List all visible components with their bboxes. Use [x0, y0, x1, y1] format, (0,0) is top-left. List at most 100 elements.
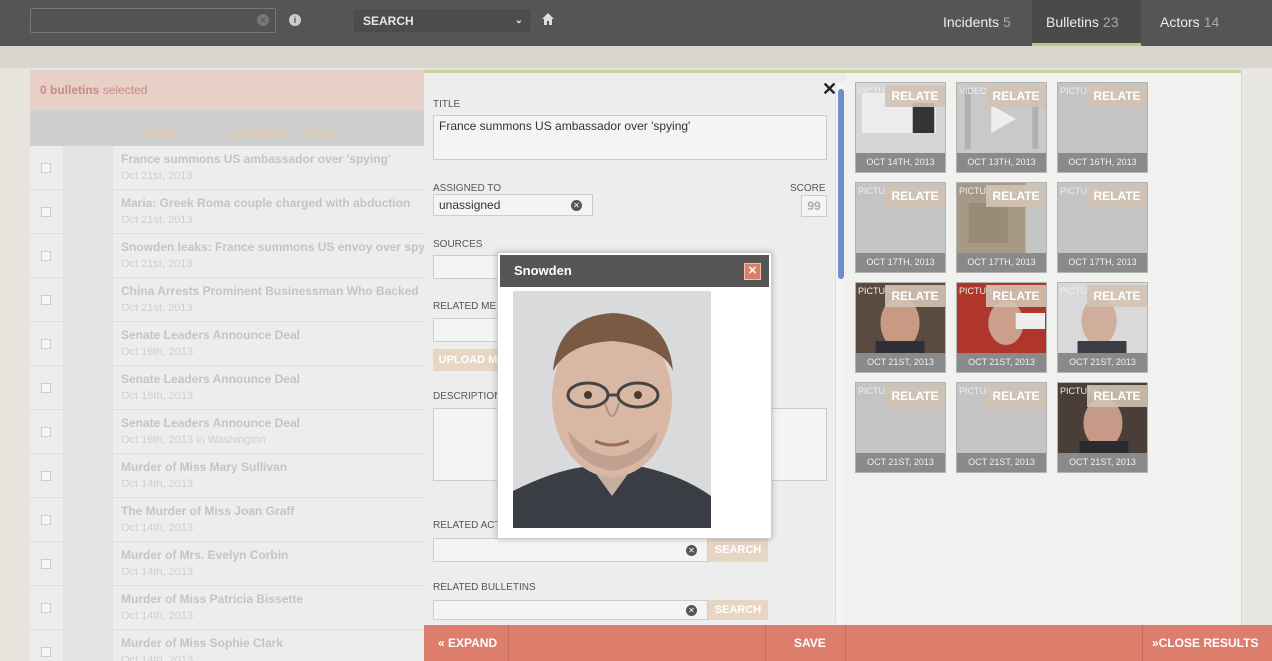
list-item[interactable]: Maria: Greek Roma couple charged with ab…: [30, 190, 430, 234]
list-item[interactable]: Murder of Miss Patricia Bissette Oct 14th…: [30, 586, 430, 630]
related-actors-field[interactable]: ✕: [433, 538, 708, 562]
row-title: Senate Leaders Announce Deal: [121, 416, 300, 430]
relate-button[interactable]: RELATE: [986, 85, 1046, 107]
selection-bar: 0 bulletins selected: [30, 70, 430, 110]
modal-title: Snowden: [514, 263, 572, 278]
list-item[interactable]: Murder of Mrs. Evelyn Corbin Oct 14th, 20…: [30, 542, 430, 586]
relate-button[interactable]: RELATE: [1087, 85, 1147, 107]
related-media-field[interactable]: [433, 318, 503, 342]
form-scrollbar-thumb[interactable]: [838, 89, 844, 279]
row-title: The Murder of Miss Joan Graff: [121, 504, 295, 518]
list-item[interactable]: China Arrests Prominent Businessman Who …: [30, 278, 430, 322]
top-bar: ✕ i SEARCH ⌄ Incidents 5 Bulletins 23 Acto…: [0, 0, 1272, 46]
list-item[interactable]: Senate Leaders Announce Deal Oct 16th, 20…: [30, 366, 430, 410]
close-results-button[interactable]: »CLOSE RESULTS: [1152, 625, 1258, 661]
relate-button[interactable]: RELATE: [986, 185, 1046, 207]
results-panel: PICTURE RELATE OCT 14TH, 2013 VIDEO RELATE OC…: [846, 70, 1241, 625]
row-checkbox[interactable]: [41, 295, 51, 305]
row-title: Snowden leaks: France summons US envoy o…: [121, 240, 429, 254]
row-checkbox[interactable]: [41, 471, 51, 481]
row-checkbox[interactable]: [41, 603, 51, 613]
row-title: Murder of Miss Sophie Clark: [121, 636, 284, 650]
result-tile[interactable]: PICTURE RELATE OCT 17TH, 2013: [855, 182, 946, 273]
column-location[interactable]: LOCATION: [230, 128, 287, 140]
column-date[interactable]: DATE ↓: [147, 128, 213, 140]
relate-button[interactable]: RELATE: [885, 185, 945, 207]
upload-media-button[interactable]: UPLOAD M: [433, 349, 503, 371]
relate-button[interactable]: RELATE: [885, 85, 945, 107]
relate-button[interactable]: RELATE: [986, 385, 1046, 407]
row-checkbox[interactable]: [41, 515, 51, 525]
home-icon[interactable]: [541, 12, 557, 28]
row-title: Maria: Greek Roma couple charged with ab…: [121, 196, 411, 210]
list-item[interactable]: Senate Leaders Announce Deal Oct 16th, 20…: [30, 322, 430, 366]
list-item[interactable]: Murder of Miss Sophie Clark Oct 14th, 201…: [30, 630, 430, 661]
tile-date: OCT 17TH, 2013: [856, 253, 945, 272]
tab-actors[interactable]: Actors 14: [1146, 0, 1233, 46]
row-thumbnail: [63, 410, 113, 454]
relate-button[interactable]: RELATE: [1087, 185, 1147, 207]
relate-button[interactable]: RELATE: [885, 285, 945, 307]
result-tile[interactable]: PICTURE RELATE OCT 16TH, 2013: [1057, 82, 1148, 173]
list-item[interactable]: Snowden leaks: France summons US envoy o…: [30, 234, 430, 278]
clear-assigned-icon[interactable]: ✕: [571, 200, 582, 211]
score-field[interactable]: 99: [801, 195, 827, 217]
list-item[interactable]: The Murder of Miss Joan Graff Oct 14th, 2…: [30, 498, 430, 542]
clear-actors-icon[interactable]: ✕: [686, 545, 697, 556]
assigned-field[interactable]: unassigned ✕: [433, 194, 593, 216]
row-checkbox[interactable]: [41, 647, 51, 657]
expand-button[interactable]: « EXPAND: [438, 625, 497, 661]
search-type-label: SEARCH: [363, 14, 414, 28]
result-tile[interactable]: VIDEO RELATE OCT 13TH, 2013: [956, 82, 1047, 173]
clear-bulletins-icon[interactable]: ✕: [686, 605, 697, 616]
list-item[interactable]: France summons US ambassador over 'spyin…: [30, 146, 430, 190]
row-date: Oct 16th, 2013: [121, 390, 194, 402]
row-checkbox[interactable]: [41, 207, 51, 217]
column-title[interactable]: TITLE: [303, 128, 334, 140]
row-date: Oct 16th, 2013 in Washington: [121, 434, 266, 446]
result-tile[interactable]: PICTURE RELATE OCT 21ST, 2013: [956, 282, 1047, 373]
save-button[interactable]: SAVE: [794, 625, 826, 661]
search-input[interactable]: ✕: [30, 8, 276, 33]
result-tile[interactable]: PICTURE RELATE OCT 17TH, 2013: [1057, 182, 1148, 273]
list-item[interactable]: Murder of Miss Mary Sullivan Oct 14th, 20…: [30, 454, 430, 498]
result-tile[interactable]: PICTURE RELATE OCT 14TH, 2013: [855, 82, 946, 173]
row-thumbnail: [63, 366, 113, 410]
close-icon[interactable]: ✕: [744, 263, 761, 280]
row-title: Senate Leaders Announce Deal: [121, 328, 300, 342]
search-bulletins-button[interactable]: SEARCH: [708, 600, 768, 620]
info-icon[interactable]: i: [289, 14, 301, 26]
tab-incidents[interactable]: Incidents 5: [929, 0, 1025, 46]
relate-button[interactable]: RELATE: [986, 285, 1046, 307]
row-checkbox[interactable]: [41, 383, 51, 393]
assigned-value: unassigned: [439, 198, 501, 212]
list-item[interactable]: Senate Leaders Announce Deal Oct 16th, 20…: [30, 410, 430, 454]
related-bulletins-field[interactable]: ✕: [433, 600, 708, 620]
row-checkbox[interactable]: [41, 559, 51, 569]
relate-button[interactable]: RELATE: [1087, 385, 1147, 407]
row-thumbnail: [63, 190, 113, 234]
row-checkbox[interactable]: [41, 427, 51, 437]
result-tile[interactable]: PICTURE RELATE OCT 21ST, 2013: [1057, 282, 1148, 373]
title-field[interactable]: France summons US ambassador over 'spyin…: [433, 115, 827, 160]
result-tile[interactable]: PICTURE RELATE OCT 21ST, 2013: [1057, 382, 1148, 473]
relate-button[interactable]: RELATE: [885, 385, 945, 407]
result-tile[interactable]: PICTURE RELATE OCT 17TH, 2013: [956, 182, 1047, 273]
tab-bulletins[interactable]: Bulletins 23: [1032, 0, 1141, 46]
row-checkbox[interactable]: [41, 339, 51, 349]
row-date: Oct 21st, 2013: [121, 170, 193, 182]
search-actors-button[interactable]: SEARCH: [708, 538, 768, 562]
relate-button[interactable]: RELATE: [1087, 285, 1147, 307]
result-tile[interactable]: PICTURE RELATE OCT 21ST, 2013: [956, 382, 1047, 473]
clear-search-icon[interactable]: ✕: [257, 14, 269, 26]
row-thumbnail: [63, 322, 113, 366]
search-type-select[interactable]: SEARCH ⌄: [354, 10, 530, 32]
row-checkbox[interactable]: [41, 163, 51, 173]
result-tile[interactable]: PICTURE RELATE OCT 21ST, 2013: [855, 282, 946, 373]
divider: [508, 625, 509, 661]
result-tile[interactable]: PICTURE RELATE OCT 21ST, 2013: [855, 382, 946, 473]
form-scrollbar[interactable]: [835, 83, 845, 623]
row-date: Oct 21st, 2013: [121, 302, 193, 314]
sources-field[interactable]: [433, 255, 503, 279]
row-checkbox[interactable]: [41, 251, 51, 261]
